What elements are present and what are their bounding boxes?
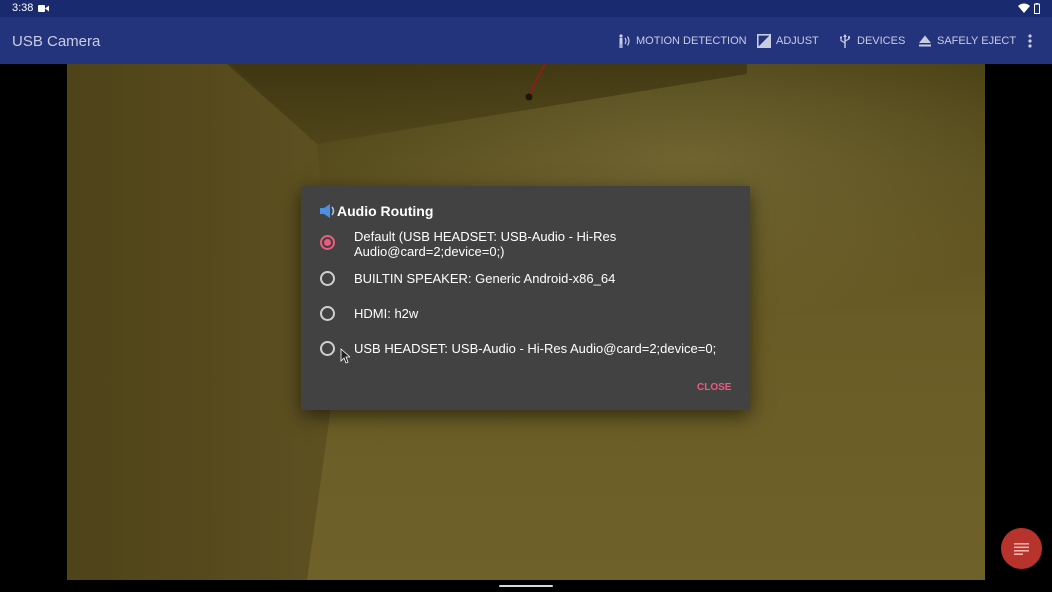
adjust-label: ADJUST xyxy=(776,35,819,47)
menu-fab-button[interactable] xyxy=(1001,528,1042,569)
mouse-pointer-icon xyxy=(340,348,350,364)
preview-cable xyxy=(525,64,546,101)
radio-button-selected[interactable] xyxy=(320,235,335,250)
radio-button[interactable] xyxy=(320,271,335,286)
eject-icon xyxy=(919,35,931,47)
wifi-icon xyxy=(1018,3,1030,13)
speaker-icon xyxy=(320,204,335,218)
app-bar: USB Camera MOTION DETECTION ADJUST DEVIC… xyxy=(0,17,1052,64)
dialog-title: Audio Routing xyxy=(337,203,434,219)
battery-icon xyxy=(1034,3,1040,14)
radio-button[interactable] xyxy=(320,341,335,356)
safely-eject-label: SAFELY EJECT xyxy=(937,35,1017,47)
audio-option-default[interactable]: Default (USB HEADSET: USB-Audio - Hi-Res… xyxy=(301,228,750,262)
adjust-button[interactable]: ADJUST xyxy=(757,31,819,51)
option-label: HDMI: h2w xyxy=(354,306,419,321)
close-button[interactable]: CLOSE xyxy=(697,382,731,393)
option-label: Default (USB HEADSET: USB-Audio - Hi-Res… xyxy=(354,229,617,259)
audio-option-builtin-speaker[interactable]: BUILTIN SPEAKER: Generic Android-x86_64 xyxy=(301,270,750,290)
app-title: USB Camera xyxy=(12,33,101,50)
radio-button[interactable] xyxy=(320,306,335,321)
option-label: BUILTIN SPEAKER: Generic Android-x86_64 xyxy=(354,271,616,286)
preview-wall-shade xyxy=(67,64,337,580)
list-icon xyxy=(1014,543,1029,555)
status-time: 3:38 xyxy=(12,2,34,14)
adjust-icon xyxy=(757,34,771,48)
navigation-handle[interactable] xyxy=(499,585,553,587)
motion-detection-button[interactable]: MOTION DETECTION xyxy=(617,31,747,51)
audio-routing-dialog: Audio Routing Default (USB HEADSET: USB-… xyxy=(301,186,750,410)
video-camera-icon xyxy=(38,5,49,12)
motion-sensor-icon xyxy=(619,34,630,48)
motion-detection-label: MOTION DETECTION xyxy=(636,35,747,47)
overflow-menu-icon[interactable] xyxy=(1025,32,1035,50)
option-label: USB HEADSET: USB-Audio - Hi-Res Audio@ca… xyxy=(354,341,717,356)
safely-eject-button[interactable]: SAFELY EJECT xyxy=(918,31,1016,51)
devices-button[interactable]: DEVICES xyxy=(838,31,905,51)
audio-option-usb-headset[interactable]: USB HEADSET: USB-Audio - Hi-Res Audio@ca… xyxy=(301,340,750,360)
screen: 3:38 USB Camera MOTION DETECTION ADJUST … xyxy=(0,0,1052,592)
usb-icon xyxy=(839,34,850,48)
audio-option-hdmi[interactable]: HDMI: h2w xyxy=(301,305,750,325)
devices-label: DEVICES xyxy=(857,35,906,47)
status-bar: 3:38 xyxy=(0,0,1052,17)
